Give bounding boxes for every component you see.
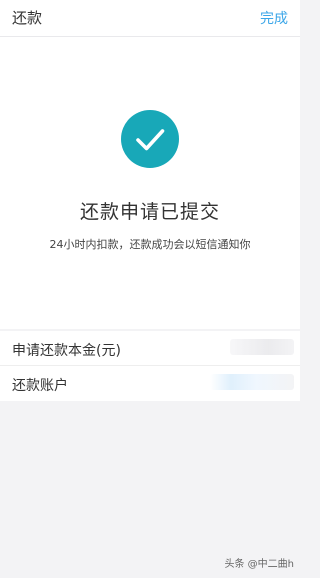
watermark: 头条 @中二曲h xyxy=(224,559,294,570)
checkmark-icon xyxy=(121,110,179,168)
success-title: 还款申请已提交 xyxy=(79,201,220,223)
principal-row: 申请还款本金(元) xyxy=(0,331,300,366)
checkmark-circle xyxy=(121,110,179,168)
page-title: 还款 xyxy=(12,9,43,27)
success-panel: 还款申请已提交 24小时内扣款，还款成功会以短信通知你 xyxy=(0,37,300,329)
principal-label: 申请还款本金(元) xyxy=(12,343,121,359)
done-button[interactable]: 完成 xyxy=(260,8,288,28)
account-row: 还款账户 xyxy=(0,366,300,400)
account-value-redacted xyxy=(210,374,294,390)
account-label: 还款账户 xyxy=(12,378,68,394)
checkmark-icon-graphic xyxy=(121,110,179,168)
repayment-result-page: 还款 完成 还款申请已提交 24小时内扣款，还款成功会以短信通知你 申请还款本金… xyxy=(0,0,300,578)
principal-value-redacted xyxy=(230,339,294,355)
top-bar: 还款 完成 xyxy=(0,0,300,37)
success-description: 24小时内扣款，还款成功会以短信通知你 xyxy=(49,238,251,251)
repayment-info-list: 申请还款本金(元) 还款账户 xyxy=(0,331,300,401)
